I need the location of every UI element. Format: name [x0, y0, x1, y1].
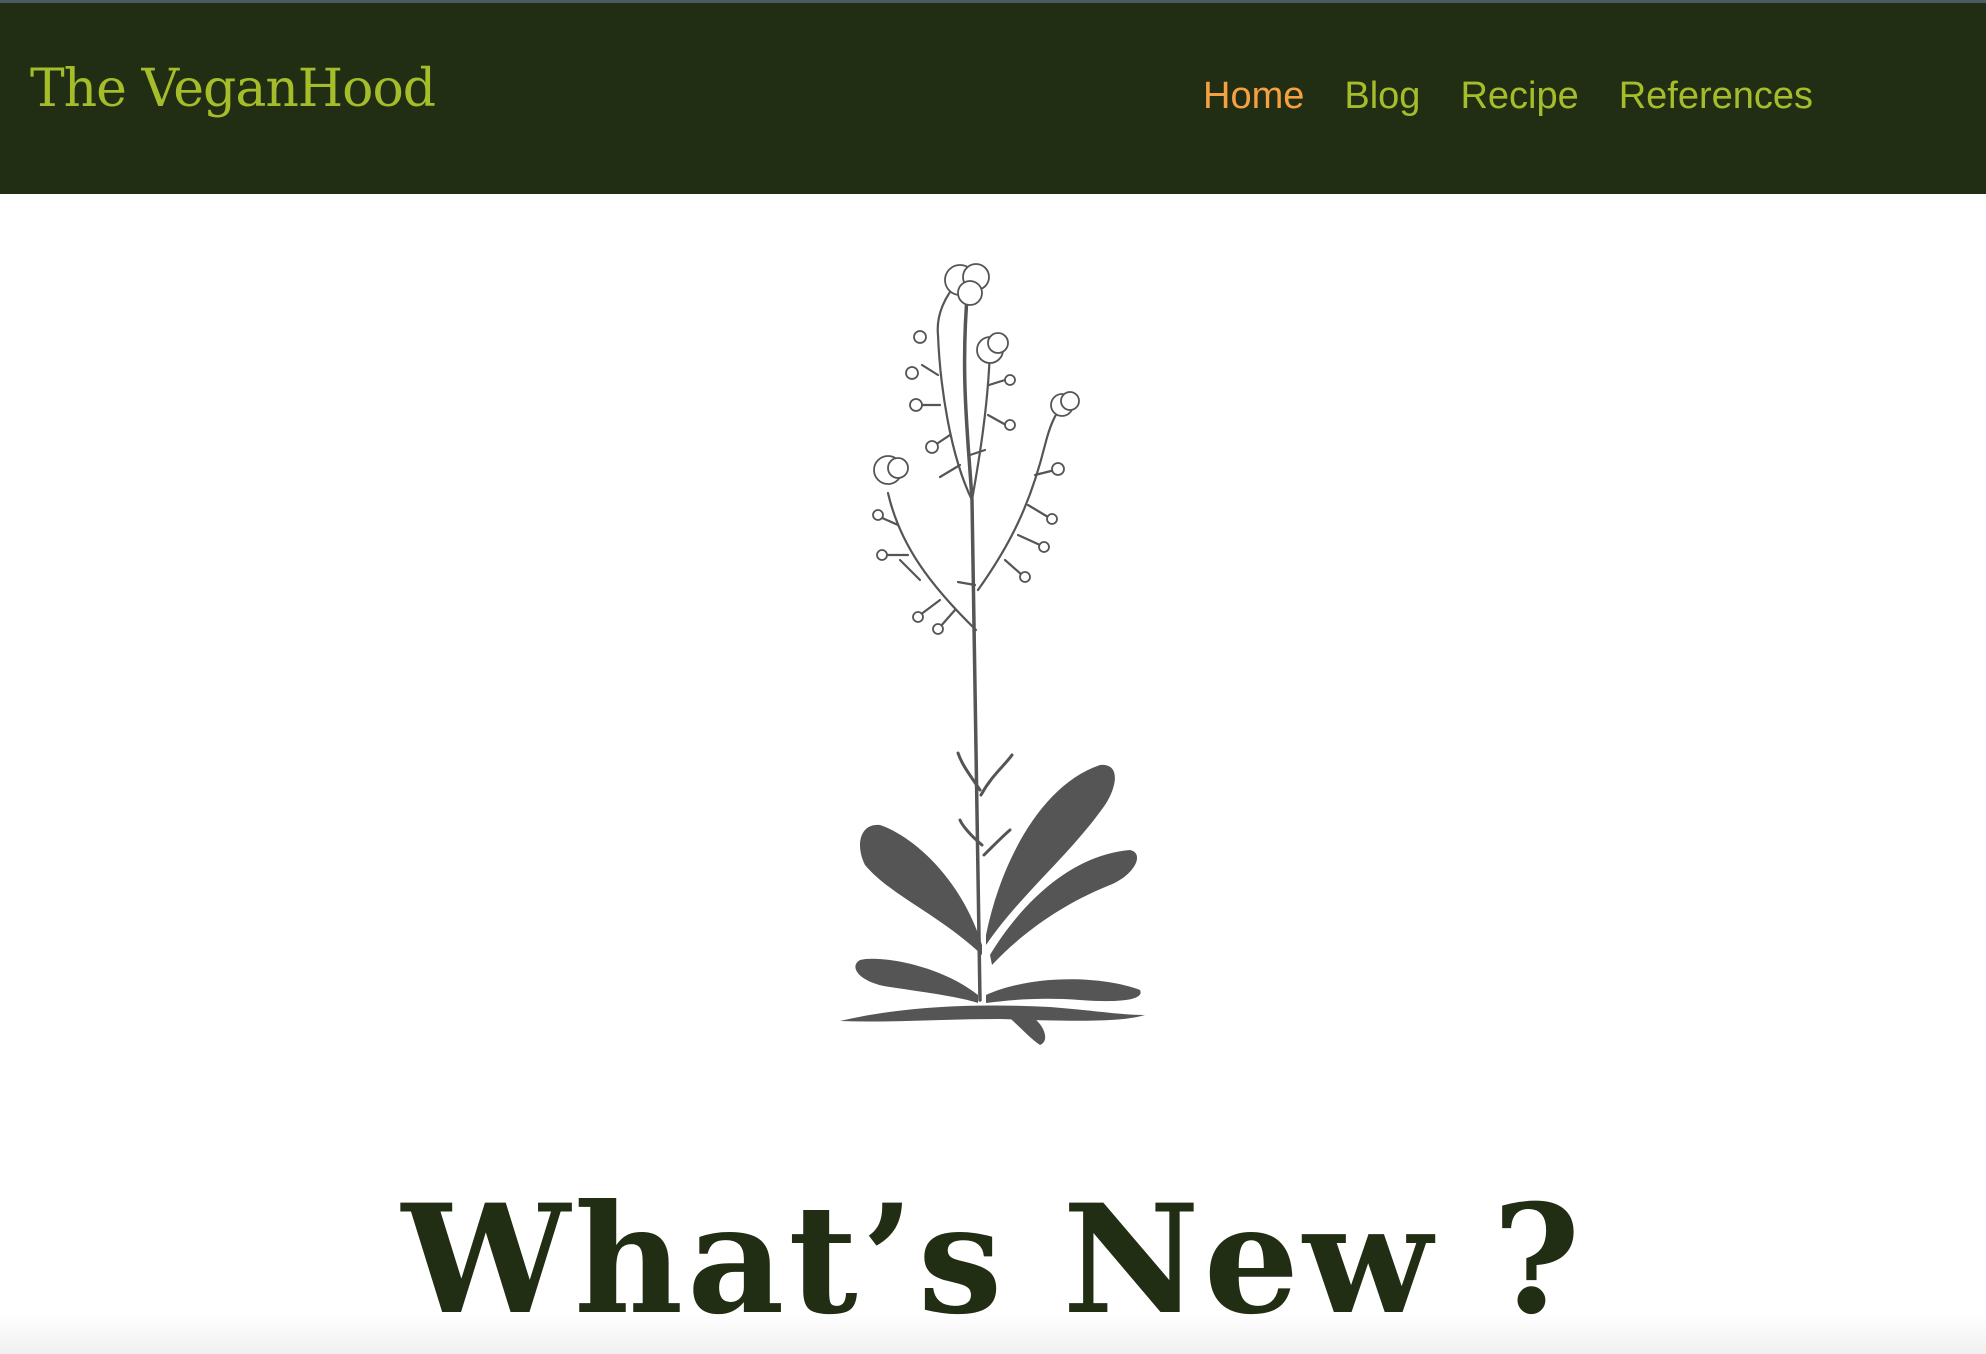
top-navbar: The VeganHood Home Blog Recipe Reference… [0, 0, 1986, 194]
section-title: What’s New ? [401, 1172, 1585, 1348]
nav-home[interactable]: Home [1203, 75, 1304, 118]
nav-blog[interactable]: Blog [1344, 75, 1420, 118]
site-logo[interactable]: The VeganHood [30, 59, 436, 119]
plant-illustration [840, 263, 1145, 1045]
nav-references[interactable]: References [1619, 75, 1813, 118]
main-nav: Home Blog Recipe References [1203, 75, 1813, 118]
nav-recipe[interactable]: Recipe [1460, 75, 1578, 118]
